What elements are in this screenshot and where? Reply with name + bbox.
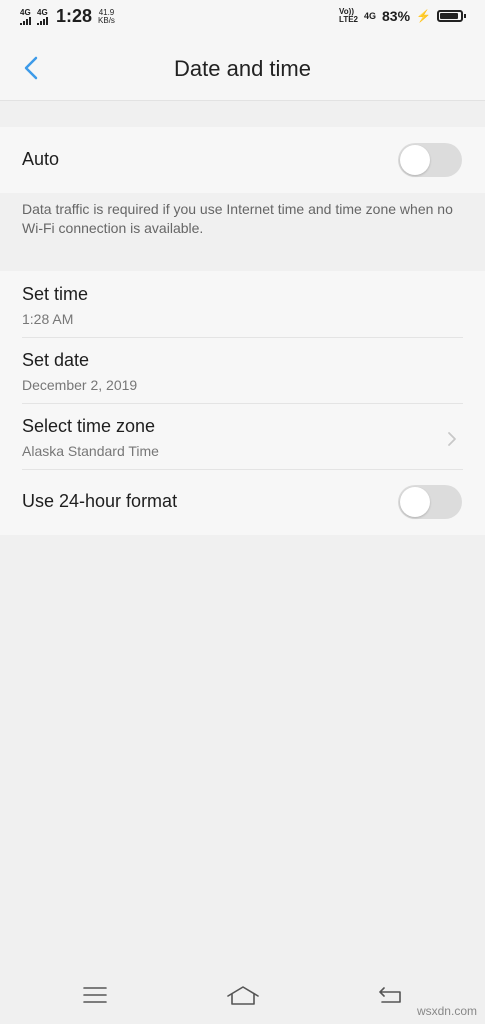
sim1-signal: 4G xyxy=(20,7,31,25)
page-title: Date and time xyxy=(174,56,311,81)
set-date-label: Set date xyxy=(22,350,90,370)
time-zone-label: Select time zone xyxy=(22,416,156,436)
toggle-knob xyxy=(400,487,430,517)
home-icon[interactable] xyxy=(226,984,260,1008)
set-time-value: 1:28 AM xyxy=(22,311,74,327)
status-right: Vo)) LTE2 4G 83% ⚡ xyxy=(339,8,466,24)
sim2-network-label: 4G xyxy=(37,7,48,17)
status-left: 4G 4G 1:28 41.9 KB/s xyxy=(20,6,115,27)
set-time-label: Set time xyxy=(22,284,89,304)
speed-unit: KB/s xyxy=(98,15,115,25)
time-zone-value: Alaska Standard Time xyxy=(22,443,159,459)
network-speed: 41.9 KB/s xyxy=(98,8,115,25)
signal-bars-icon xyxy=(37,16,48,25)
set-date-value: December 2, 2019 xyxy=(22,377,138,393)
auto-row[interactable]: Auto xyxy=(0,127,485,193)
set-date-row[interactable]: Set date December 2, 2019 xyxy=(0,337,485,403)
navigation-bar xyxy=(0,970,485,1024)
set-time-row[interactable]: Set time 1:28 AM xyxy=(0,271,485,337)
use-24-hour-toggle[interactable] xyxy=(398,485,462,519)
return-icon[interactable] xyxy=(376,984,404,1006)
volte-indicator: Vo)) LTE2 xyxy=(339,8,358,24)
status-bar: 4G 4G 1:28 41.9 KB/s Vo)) LTE2 4G 83% ⚡ xyxy=(0,0,485,36)
chevron-right-icon xyxy=(448,432,456,446)
use-24-hour-label: Use 24-hour format xyxy=(22,491,178,511)
select-time-zone-row[interactable]: Select time zone Alaska Standard Time xyxy=(0,403,485,469)
auto-label: Auto xyxy=(22,149,60,169)
signal-bars-icon xyxy=(20,16,31,25)
battery-percent: 83% xyxy=(382,8,411,24)
volte-bottom: LTE2 xyxy=(339,15,358,24)
auto-note: Data traffic is required if you use Inte… xyxy=(22,201,453,236)
charging-icon: ⚡ xyxy=(416,9,431,23)
battery-fill xyxy=(440,13,459,19)
auto-toggle[interactable] xyxy=(398,143,462,177)
app-header: Date and time xyxy=(0,36,485,101)
menu-icon[interactable] xyxy=(82,984,108,1006)
sim2-signal: 4G xyxy=(37,7,48,25)
network-type: 4G xyxy=(364,11,377,21)
watermark: wsxdn.com xyxy=(416,1004,477,1018)
use-24-hour-row[interactable]: Use 24-hour format xyxy=(0,469,485,535)
toggle-knob xyxy=(400,145,430,175)
sim1-network-label: 4G xyxy=(20,7,31,17)
battery-icon xyxy=(437,10,466,22)
settings-list: Set time 1:28 AM Set date December 2, 20… xyxy=(0,271,485,535)
status-time: 1:28 xyxy=(56,6,93,26)
